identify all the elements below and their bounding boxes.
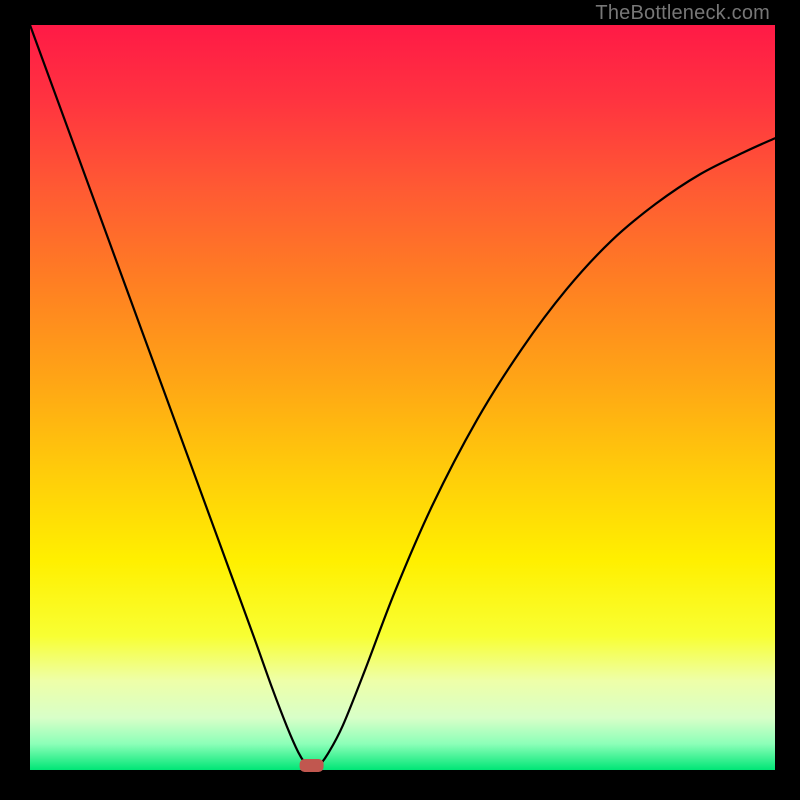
chart-container: TheBottleneck.com — [0, 0, 800, 800]
minimum-marker — [300, 759, 324, 772]
plot-area — [30, 25, 775, 770]
watermark-label: TheBottleneck.com — [595, 2, 770, 25]
bottleneck-chart — [0, 0, 800, 800]
